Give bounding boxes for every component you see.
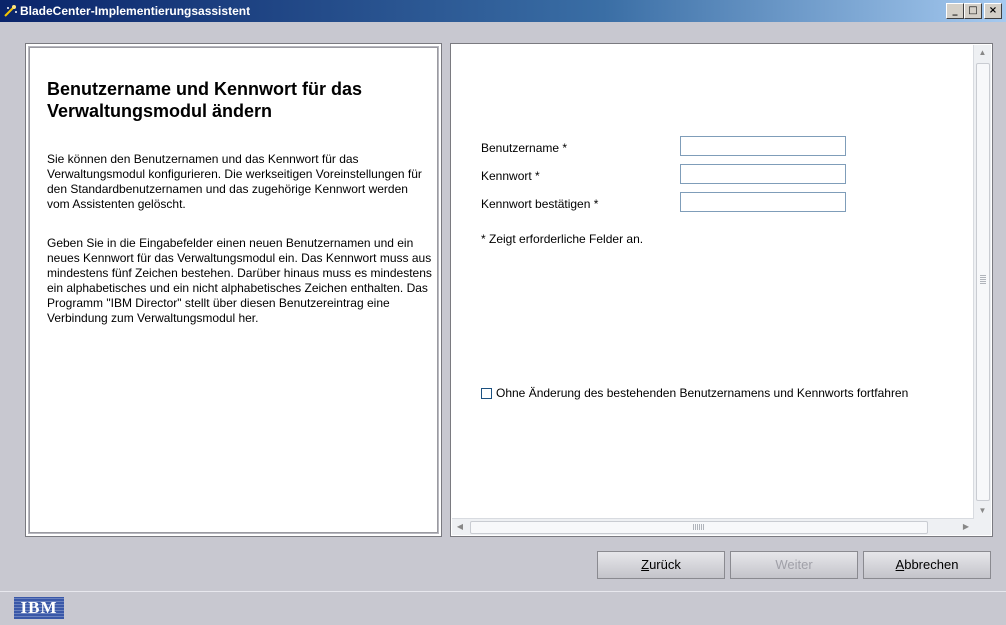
vertical-scrollbar[interactable]: ▲ ▼ — [973, 45, 991, 519]
confirm-password-label: Kennwort bestätigen * — [481, 197, 599, 211]
password-input[interactable] — [680, 164, 846, 184]
title-bar: BladeCenter-Implementierungsassistent _ … — [0, 0, 1006, 22]
confirm-password-input[interactable] — [680, 192, 846, 212]
horizontal-scroll-thumb[interactable] — [470, 521, 928, 534]
cancel-button[interactable]: Abbrechen — [863, 551, 991, 579]
next-button[interactable]: Weiter — [730, 551, 858, 579]
continue-without-change-label[interactable]: Ohne Änderung des bestehenden Benutzerna… — [496, 386, 908, 400]
window-title: BladeCenter-Implementierungsassistent — [20, 4, 251, 18]
username-label: Benutzername * — [481, 141, 568, 155]
scroll-corner — [974, 519, 991, 535]
scroll-up-arrow-icon[interactable]: ▲ — [974, 45, 991, 61]
form-panel: Benutzername * Kennwort * Kennwort bestä… — [450, 43, 993, 537]
continue-without-change-checkbox[interactable] — [481, 387, 492, 399]
scroll-right-arrow-icon[interactable]: ▶ — [958, 519, 974, 535]
footer-bar — [0, 591, 1006, 625]
required-fields-note: * Zeigt erforderliche Felder an. — [481, 232, 644, 246]
continue-without-change-option[interactable]: Ohne Änderung des bestehenden Benutzerna… — [481, 386, 908, 400]
back-button[interactable]: Zurück — [597, 551, 725, 579]
close-button[interactable]: × — [984, 3, 1002, 19]
description-paragraph-1: Sie können den Benutzernamen und das Ken… — [47, 152, 422, 211]
vertical-scroll-thumb[interactable] — [976, 63, 990, 501]
description-panel: Benutzername und Kennwort für das Verwal… — [25, 43, 442, 537]
password-label: Kennwort * — [481, 169, 540, 183]
scroll-left-arrow-icon[interactable]: ◀ — [452, 519, 468, 535]
page-title: Benutzername und Kennwort für das Verwal… — [47, 79, 363, 121]
maximize-button[interactable]: □ — [964, 3, 982, 19]
ibm-logo: IBM — [14, 597, 64, 619]
description-paragraph-2: Geben Sie in die Eingabefelder einen neu… — [47, 236, 432, 325]
scroll-down-arrow-icon[interactable]: ▼ — [974, 503, 991, 519]
horizontal-scrollbar[interactable]: ◀ ▶ — [452, 518, 974, 535]
wizard-app-icon — [4, 5, 17, 17]
minimize-button[interactable]: _ — [946, 3, 964, 19]
username-input[interactable] — [680, 136, 846, 156]
